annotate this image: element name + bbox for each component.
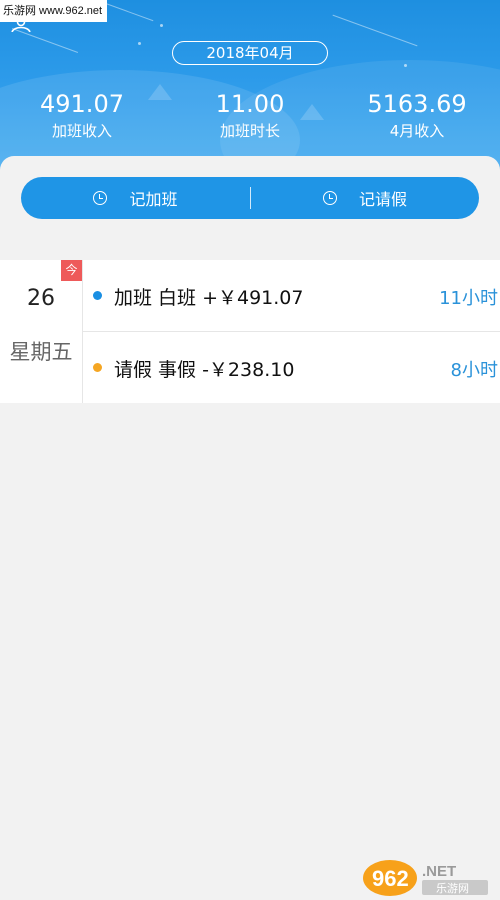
entry-hours: 8小时 — [450, 360, 498, 381]
svg-text:.NET: .NET — [422, 863, 456, 880]
clock-add-icon — [93, 191, 108, 205]
overtime-income-stat: 491.07 加班收入 — [2, 90, 162, 142]
weekday-label: 星期五 — [9, 340, 73, 364]
stat-label: 4月收入 — [389, 122, 445, 140]
leave-entry[interactable]: 请假 事假 -￥238.10 8小时 — [83, 332, 500, 403]
decor-streak — [332, 14, 418, 47]
record-overtime-button[interactable]: 记加班 — [21, 177, 250, 219]
decor-star — [404, 64, 407, 67]
stat-label: 加班收入 — [51, 122, 112, 140]
decor-star — [160, 24, 163, 27]
stat-value: 5163.69 — [367, 90, 467, 118]
entry-text: 请假 事假 -￥238.10 — [114, 359, 295, 381]
record-overtime-label: 记加班 — [129, 190, 178, 209]
leave-dot-icon — [93, 363, 102, 372]
clock-add-icon — [322, 191, 337, 205]
action-bar: 记加班 记请假 — [21, 177, 479, 219]
overtime-dot-icon — [93, 291, 102, 300]
header-banner: 2018年04月 491.07 加班收入 11.00 加班时长 5163.69 … — [0, 0, 500, 180]
entry-hours: 11小时 — [439, 288, 498, 309]
stat-value: 11.00 — [215, 90, 285, 118]
record-leave-button[interactable]: 记请假 — [251, 177, 479, 219]
decor-star — [138, 42, 141, 45]
svg-text:乐游网: 乐游网 — [436, 882, 469, 895]
svg-text:962: 962 — [372, 866, 409, 891]
stat-value: 491.07 — [40, 90, 124, 118]
overtime-entry[interactable]: 加班 白班 +￥491.07 11小时 — [83, 260, 500, 332]
site-logo: 962 .NET 乐游网 — [363, 860, 488, 896]
today-badge: 今 — [61, 260, 82, 281]
entry-text: 加班 白班 +￥491.07 — [114, 287, 304, 309]
monthly-income-stat: 5163.69 4月收入 — [337, 90, 497, 142]
day-number: 26 — [27, 286, 55, 311]
month-selector[interactable]: 2018年04月 — [172, 41, 328, 65]
stat-label: 加班时长 — [219, 122, 280, 140]
overtime-hours-stat: 11.00 加班时长 — [170, 90, 330, 142]
watermark: 乐游网 www.962.net — [0, 0, 107, 22]
date-column: 今 26 星期五 — [0, 260, 83, 403]
day-record: 今 26 星期五 加班 白班 +￥491.07 11小时 请假 事假 -￥238… — [0, 260, 500, 403]
record-leave-label: 记请假 — [358, 190, 407, 209]
